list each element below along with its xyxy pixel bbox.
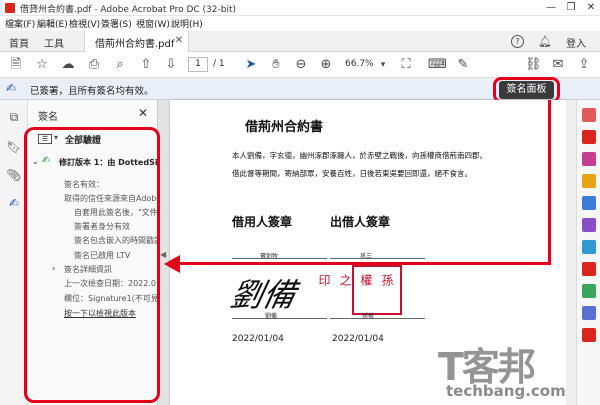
prev-page-icon[interactable]: ⇧ [138,57,154,73]
page-number-input[interactable]: 1 [188,57,208,72]
hand-tool-icon[interactable]: ✋︎ [268,57,284,73]
borrower-bottom-line [232,318,327,319]
protect-tool-icon[interactable] [582,262,596,276]
edit-pdf-tool-icon[interactable] [582,152,596,166]
annotation-arrow-vertical [548,100,551,265]
tab-tools[interactable]: 工具 [44,35,64,50]
maximize-button[interactable]: ❐ [564,1,578,15]
keyboard-icon[interactable]: ⌨ [428,57,447,73]
upload-cloud-icon[interactable]: ☁ [60,57,76,73]
tab-document[interactable]: 借荊州合約書.pdf ✕ [84,31,189,52]
search-icon[interactable]: ⌕ [112,57,128,73]
export-pdf-tool-icon[interactable] [582,108,596,122]
borrower-handwritten-signature: 劉備 [227,270,327,314]
borrower-top-line [232,258,327,259]
minimize-button[interactable]: — [544,1,558,15]
borrower-heading: 借用人簽章 [232,215,293,229]
comment-tool-icon[interactable] [582,174,596,188]
bookmarks-icon[interactable]: 🔖︎ [6,140,22,156]
bookmark-star-icon[interactable]: ☆ [34,57,50,73]
signatures-icon[interactable]: ✍︎ [6,196,22,212]
combine-tool-icon[interactable] [582,196,596,210]
highlight-ring-signature-panel [24,127,160,403]
zoom-dropdown-icon[interactable]: ▾ [375,57,391,73]
menu-view[interactable]: 檢視(V) [69,17,100,30]
signature-status-text: 已簽署，且所有簽名均有效。 [30,86,154,97]
print-icon[interactable]: ⎙ [86,57,102,73]
lender-printed-name: 孫權 [362,313,375,320]
toolbar: 🗎︎ ☆ ☁ ⎙ ⌕ ⇧ ⇩ 1 / 1 ➤ ✋︎ ⊖ ⊕ 66.7% ▾ ⛶ … [0,52,600,78]
watermark: T客邦 techbang.com [438,336,600,405]
menu-window[interactable]: 視窗(W) [136,17,170,30]
title-bar: 借貸州合約書.pdf - Adobe Acrobat Pro DC (32-bi… [0,0,600,16]
fill-sign-tool-icon[interactable] [582,284,596,298]
tab-bar: 首頁 工具 借荊州合約書.pdf ✕ ? 🔔︎ 登入 [0,31,600,52]
mail-icon[interactable]: ✉ [550,57,566,73]
close-window-button[interactable]: ✕ [584,1,598,15]
attachments-icon[interactable]: 📎︎ [6,168,22,184]
share-icon[interactable]: ⇪ [576,57,592,73]
lender-heading: 出借人簽章 [330,215,391,229]
lender-red-seal: 孫權之印 [317,265,402,315]
comment-icon[interactable]: ✎ [455,57,471,73]
lender-date: 2022/01/04 [332,334,384,344]
organize-tool-icon[interactable] [582,218,596,232]
zoom-out-icon[interactable]: ⊖ [293,57,309,73]
doc-title: 借荊州合約書 [245,120,324,135]
next-page-icon[interactable]: ⇩ [163,57,179,73]
menu-bar: 檔案(F) 編輯(E) 檢視(V) 簽署(S) 視窗(W) 說明(H) [0,16,600,31]
watermark-sub: techbang.com [446,382,566,400]
create-icon[interactable]: 🗎︎ [8,57,24,73]
seal-text: 孫權之印 [317,274,394,286]
menu-help[interactable]: 說明(H) [171,17,203,30]
redact-tool-icon[interactable] [582,240,596,254]
link-icon[interactable]: ⛓ [525,57,542,73]
fit-page-icon[interactable]: ⛶ [398,57,414,73]
help-icon[interactable]: ? [511,35,524,48]
zoom-level[interactable]: 66.7% [345,59,374,69]
menu-edit[interactable]: 編輯(E) [37,17,68,30]
lender-top-line [330,258,425,259]
close-tab-icon[interactable]: ✕ [175,35,183,46]
menu-sign[interactable]: 簽署(S) [101,17,132,30]
menu-file[interactable]: 檔案(F) [5,17,35,30]
annotation-arrow-head [164,255,180,273]
window-title: 借貸州合約書.pdf - Adobe Acrobat Pro DC (32-bi… [20,5,237,15]
signed-pen-icon: ✍︎ [6,81,17,95]
page-total: / 1 [213,59,225,69]
lender-bottom-line [330,318,425,319]
login-link[interactable]: 登入 [566,35,586,50]
annotation-arrow-horizontal [178,262,551,265]
panel-header: 簽名 [38,112,58,123]
pages-icon[interactable]: ⧉ [6,110,22,126]
signature-glyphs: 劉備 [227,276,300,314]
bell-icon[interactable]: 🔔︎ [538,35,552,48]
tab-home[interactable]: 首頁 [9,35,29,50]
borrower-date: 2022/01/04 [232,334,284,344]
scan-tool-icon[interactable] [582,306,596,320]
document-tab-label: 借荊州合約書.pdf [95,39,175,50]
acrobat-app-icon [5,3,15,13]
borrower-printed-name: 劉備 [265,313,278,320]
zoom-in-icon[interactable]: ⊕ [318,57,334,73]
panel-close-icon[interactable]: ✕ [138,106,148,120]
select-cursor-icon[interactable]: ➤ [243,57,259,73]
doc-paragraph-1: 本人劉備，字玄德，幽州涿郡涿縣人，於赤壁之戰後，向孫權商借荊南四郡。 [232,151,487,160]
create-pdf-tool-icon[interactable] [582,130,596,144]
doc-paragraph-2: 借此督等期間，寄納部眾，安養百姓，日後若東吳要回即還，絕不食言。 [232,169,472,178]
